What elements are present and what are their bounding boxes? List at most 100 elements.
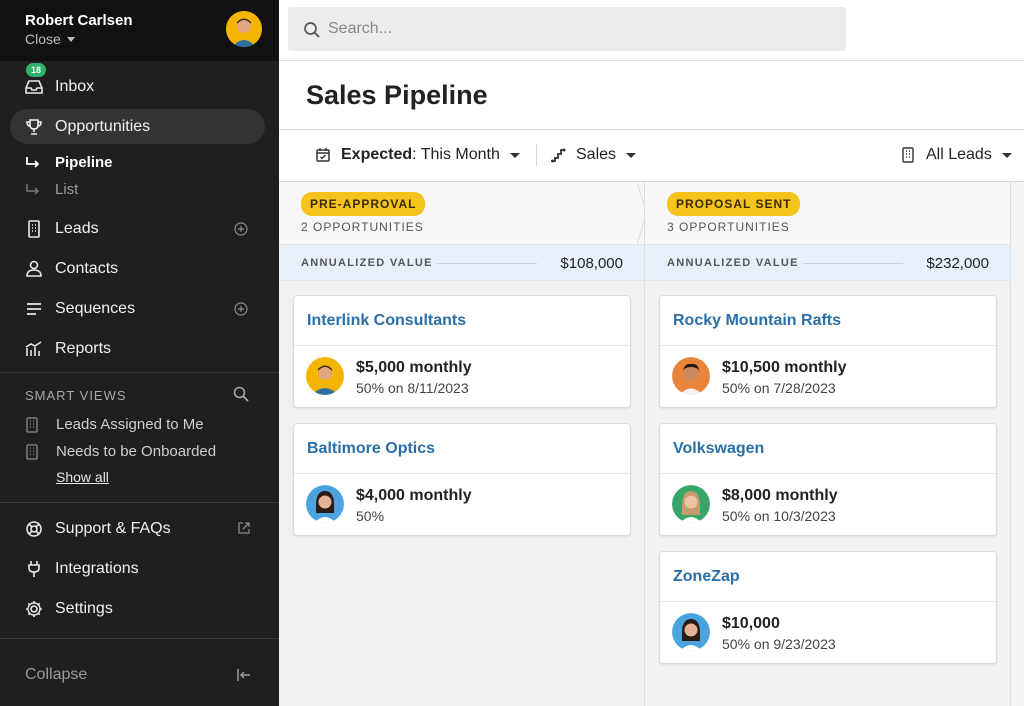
lead-name-link[interactable]: Volkswagen <box>673 440 764 458</box>
add-sequence-icon[interactable] <box>234 302 248 316</box>
lead-name-link[interactable]: Baltimore Optics <box>307 440 435 458</box>
lead-name-link[interactable]: ZoneZap <box>673 568 740 586</box>
trophy-icon <box>26 119 42 135</box>
sidebar-item-sequences[interactable]: Sequences <box>10 291 265 326</box>
sidebar-item-contacts[interactable]: Contacts <box>10 251 265 286</box>
top-bar <box>279 0 1024 61</box>
calendar-icon <box>316 148 330 162</box>
opportunity-card[interactable]: Interlink Consultants $5,000 monthly 50%… <box>293 295 631 408</box>
inbox-icon <box>25 80 43 94</box>
divider <box>660 345 996 346</box>
column-body: Rocky Mountain Rafts $10,500 monthly 50%… <box>645 281 1011 706</box>
leads-filter[interactable]: All Leads <box>900 146 1012 164</box>
opportunity-amount: $10,000 <box>722 615 780 632</box>
sidebar-item-opportunities[interactable]: Opportunities <box>10 109 265 144</box>
lifebuoy-icon <box>26 521 42 537</box>
building-icon <box>28 220 40 238</box>
sidebar-item-label: Settings <box>55 600 113 617</box>
pipeline-label: Pipeline <box>55 154 113 171</box>
annualized-value: $232,000 <box>926 255 989 272</box>
arrow-turn-right-icon <box>26 183 40 195</box>
list-lines-icon <box>27 303 41 315</box>
sidebar-item-reports[interactable]: Reports <box>10 331 265 366</box>
sidebar-item-label: Sequences <box>55 300 136 317</box>
add-lead-icon[interactable] <box>234 222 248 236</box>
pipeline-column: PROPOSAL SENT 3 OPPORTUNITIES ANNUALIZED… <box>645 182 1011 706</box>
lead-name-link[interactable]: Interlink Consultants <box>307 312 466 330</box>
stage-badge: PROPOSAL SENT <box>667 192 801 216</box>
sidebar-item-integrations[interactable]: Integrations <box>10 551 265 586</box>
opportunity-detail: 50% on 8/11/2023 <box>356 380 469 396</box>
divider <box>294 345 630 346</box>
sidebar-item-label: Inbox <box>55 78 95 95</box>
inbox-badge: 18 <box>26 63 47 77</box>
avatar[interactable] <box>226 11 262 47</box>
stage-badge: PRE-APPROVAL <box>301 192 426 216</box>
avatar <box>306 485 344 523</box>
opportunity-card[interactable]: ZoneZap $10,000 50% on 9/23/2023 <box>659 551 997 664</box>
pipeline-value: Sales <box>576 146 617 163</box>
annualized-value-row: ANNUALIZED VALUE $108,000 <box>279 244 645 281</box>
divider <box>660 601 996 602</box>
opportunity-card[interactable]: Baltimore Optics $4,000 monthly 50% <box>293 423 631 536</box>
annualized-value-row: ANNUALIZED VALUE $232,000 <box>645 244 1011 281</box>
column-body: Interlink Consultants $5,000 monthly 50%… <box>279 281 645 706</box>
smart-view-item[interactable]: Needs to be Onboarded <box>25 443 216 460</box>
show-all-link[interactable]: Show all <box>56 469 109 485</box>
collapse-icon[interactable] <box>236 667 252 683</box>
sidebar-item-inbox[interactable]: 18 Inbox <box>10 63 265 104</box>
avatar <box>306 357 344 395</box>
sidebar-item-support[interactable]: Support & FAQs <box>10 511 265 546</box>
filter-bar: Expected : This Month Sales All Leads <box>279 130 1024 182</box>
sidebar: Robert Carlsen Close 18 Inbox Opportunit… <box>0 0 279 706</box>
sidebar-subitem-list[interactable]: List <box>25 181 78 198</box>
divider <box>660 473 996 474</box>
opportunity-amount: $10,500 monthly <box>722 359 847 376</box>
avatar <box>672 485 710 523</box>
search-input[interactable] <box>328 7 828 51</box>
user-header[interactable]: Robert Carlsen Close <box>0 0 279 61</box>
sidebar-item-label: Opportunities <box>55 118 151 135</box>
annualized-value: $108,000 <box>560 255 623 272</box>
pipeline-filter[interactable]: Sales <box>550 146 637 164</box>
chart-icon <box>25 341 42 356</box>
opportunity-card[interactable]: Rocky Mountain Rafts $10,500 monthly 50%… <box>659 295 997 408</box>
pipeline-column: PRE-APPROVAL 2 OPPORTUNITIES ANNUALIZED … <box>279 182 648 706</box>
building-icon <box>26 443 38 460</box>
sidebar-subitem-pipeline[interactable]: Pipeline <box>25 154 113 171</box>
search-box[interactable] <box>288 7 846 51</box>
person-icon <box>26 260 42 277</box>
smart-view-label: Leads Assigned to Me <box>56 416 204 433</box>
opportunity-count: 3 OPPORTUNITIES <box>667 220 790 234</box>
smart-view-item[interactable]: Leads Assigned to Me <box>25 416 204 433</box>
filter-separator <box>536 144 537 166</box>
lead-name-link[interactable]: Rocky Mountain Rafts <box>673 312 841 330</box>
opportunity-detail: 50% on 9/23/2023 <box>722 636 836 652</box>
expected-filter[interactable]: Expected : This Month <box>315 146 520 164</box>
expected-value: : This Month <box>412 146 500 163</box>
column-header: PRE-APPROVAL 2 OPPORTUNITIES <box>279 182 648 244</box>
divider <box>0 638 279 639</box>
sidebar-item-leads[interactable]: Leads <box>10 211 265 246</box>
building-icon <box>26 416 38 433</box>
column-divider <box>1010 182 1011 706</box>
sidebar-item-label: Leads <box>55 220 99 237</box>
title-bar: Sales Pipeline <box>279 61 1024 130</box>
search-icon[interactable] <box>233 386 249 402</box>
opportunity-card[interactable]: Volkswagen $8,000 monthly 50% on 10/3/20… <box>659 423 997 536</box>
annualized-label: ANNUALIZED VALUE <box>301 257 433 269</box>
opportunity-amount: $5,000 monthly <box>356 359 472 376</box>
gear-icon <box>26 601 42 617</box>
divider <box>0 502 279 503</box>
collapse-button[interactable]: Collapse <box>25 666 87 684</box>
list-label: List <box>55 181 79 198</box>
opportunity-detail: 50% on 7/28/2023 <box>722 380 836 396</box>
sidebar-item-settings[interactable]: Settings <box>10 591 265 626</box>
chevron-down-icon <box>1001 152 1012 158</box>
close-label: Close <box>25 31 61 47</box>
chevron-down-icon <box>626 152 637 158</box>
smart-views-title: SMART VIEWS <box>25 388 127 403</box>
annualized-label: ANNUALIZED VALUE <box>667 257 799 269</box>
close-menu[interactable]: Close <box>25 31 75 47</box>
opportunity-amount: $8,000 monthly <box>722 487 838 504</box>
